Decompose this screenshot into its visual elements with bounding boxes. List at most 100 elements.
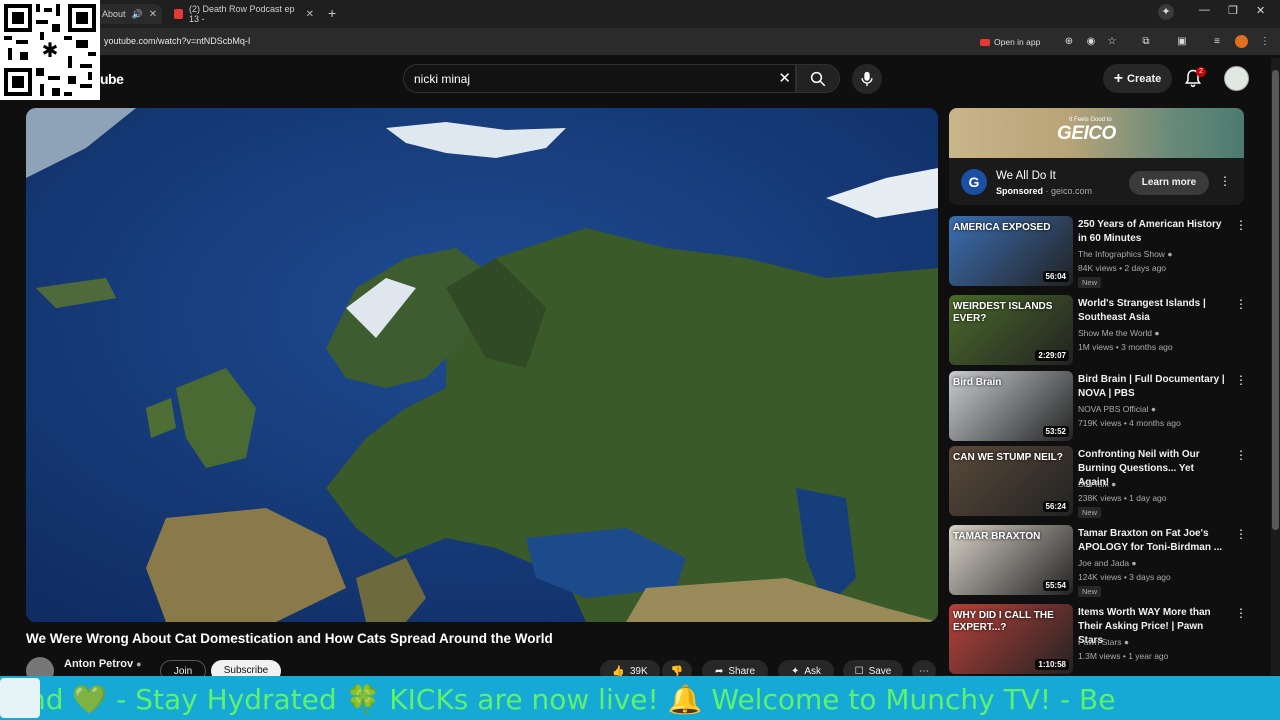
sidebar-icon[interactable]: ▣ bbox=[1175, 35, 1189, 49]
sponsored-ad[interactable]: It Feels Good to GEICO G We All Do It Sp… bbox=[949, 108, 1244, 205]
more-vertical-icon[interactable]: ⋮ bbox=[1235, 527, 1247, 541]
recommendation-channel-name: StarTalk bbox=[1078, 479, 1109, 489]
voice-search-button[interactable] bbox=[852, 64, 882, 94]
notification-badge: 2 bbox=[1196, 67, 1206, 77]
sparkle-icon[interactable]: ✦ bbox=[1158, 4, 1174, 20]
search-button[interactable] bbox=[796, 64, 840, 93]
eye-off-icon[interactable]: ◉ bbox=[1084, 35, 1098, 49]
ask-label: Ask bbox=[804, 665, 822, 677]
sparkle-icon: ✦ bbox=[790, 665, 800, 677]
video-thumbnail[interactable]: AMERICA EXPOSED 56:04 bbox=[949, 216, 1073, 286]
recommendation-channel[interactable]: Pawn Stars ● bbox=[1078, 637, 1129, 647]
window-close-icon[interactable]: ✕ bbox=[1256, 4, 1265, 17]
recommendation-channel[interactable]: Show Me the World ● bbox=[1078, 328, 1160, 338]
recommendation-item[interactable]: Bird Brain 53:52 Bird Brain | Full Documen… bbox=[949, 371, 1247, 443]
video-duration: 56:24 bbox=[1042, 501, 1069, 512]
search-box[interactable]: nicki minaj ✕ bbox=[403, 64, 796, 93]
recommendation-title[interactable]: 250 Years of American History in 60 Minu… bbox=[1078, 218, 1226, 246]
clear-search-icon[interactable]: ✕ bbox=[778, 69, 791, 87]
video-thumbnail[interactable]: Bird Brain 53:52 bbox=[949, 371, 1073, 441]
more-vertical-icon[interactable]: ⋮ bbox=[1235, 297, 1247, 311]
restore-icon[interactable]: ❐ bbox=[1228, 4, 1238, 17]
tab-label: About bbox=[102, 9, 126, 19]
video-thumbnail[interactable]: WEIRDEST ISLANDS EVER? 2:29:07 bbox=[949, 295, 1073, 365]
video-player[interactable] bbox=[26, 108, 938, 622]
scrollbar-thumb[interactable] bbox=[1272, 70, 1279, 530]
recommendation-meta: 1.3M views • 1 year ago bbox=[1078, 651, 1169, 661]
recommendation-channel-name: Pawn Stars bbox=[1078, 637, 1122, 647]
extensions-icon[interactable]: ⧉ bbox=[1139, 35, 1153, 49]
recommendation-channel[interactable]: NOVA PBS Official ● bbox=[1078, 404, 1156, 414]
ad-sponsored-line: Sponsored · geico.com bbox=[996, 186, 1093, 196]
zoom-icon[interactable]: ⊕ bbox=[1062, 35, 1076, 49]
new-tab-icon[interactable]: + bbox=[328, 5, 336, 21]
ad-sponsored-label: Sponsored bbox=[996, 186, 1044, 196]
tab-close-icon[interactable]: ✕ bbox=[306, 9, 314, 20]
tab-death-row-podcast[interactable]: (2) Death Row Podcast ep 13 - ✕ bbox=[168, 4, 320, 24]
tab-active[interactable]: About 🔊 ✕ bbox=[96, 4, 162, 24]
channel-name[interactable]: Anton Petrov ● bbox=[64, 658, 142, 670]
account-avatar[interactable] bbox=[1224, 66, 1249, 91]
thumbnail-text: WHY DID I CALL THE EXPERT...? bbox=[953, 610, 1054, 633]
video-duration: 55:54 bbox=[1042, 580, 1069, 591]
bookmark-star-icon[interactable]: ☆ bbox=[1105, 35, 1119, 49]
youtube-favicon-icon bbox=[174, 9, 183, 19]
more-vertical-icon[interactable]: ⋮ bbox=[1235, 218, 1247, 232]
video-thumbnail[interactable]: WHY DID I CALL THE EXPERT...? 1:10:58 bbox=[949, 604, 1073, 674]
video-thumbnail[interactable]: TAMAR BRAXTON 55:54 bbox=[949, 525, 1073, 595]
geico-logo-icon: G bbox=[961, 169, 987, 195]
thumbs-down-icon: 👎 bbox=[670, 665, 684, 677]
recommendation-title[interactable]: Bird Brain | Full Documentary | NOVA | P… bbox=[1078, 373, 1226, 401]
recommendation-meta: 238K views • 1 day ago bbox=[1078, 493, 1167, 503]
recommendation-item[interactable]: TAMAR BRAXTON 55:54 Tamar Braxton on Fat J… bbox=[949, 525, 1247, 597]
like-count: 39K bbox=[629, 665, 648, 677]
recommendation-meta: 124K views • 3 days ago bbox=[1078, 572, 1171, 582]
more-vertical-icon[interactable]: ⋮ bbox=[1235, 448, 1247, 462]
search-input[interactable]: nicki minaj bbox=[414, 72, 470, 86]
video-duration: 53:52 bbox=[1042, 426, 1069, 437]
new-badge: New bbox=[1078, 277, 1102, 288]
reading-list-icon[interactable]: ≡ bbox=[1210, 35, 1224, 49]
recommendation-channel[interactable]: The Infographics Show ● bbox=[1078, 249, 1172, 259]
ad-title[interactable]: We All Do It bbox=[996, 170, 1056, 182]
qr-code-image: ✱ bbox=[0, 0, 100, 100]
ad-domain: geico.com bbox=[1051, 186, 1093, 196]
ad-banner-image[interactable]: It Feels Good to GEICO bbox=[949, 108, 1244, 158]
url-field[interactable]: youtube.com/watch?v=ntNDScbMq-I bbox=[104, 36, 250, 46]
speaker-icon[interactable]: 🔊 bbox=[132, 9, 143, 20]
video-title: We Were Wrong About Cat Domestication an… bbox=[26, 631, 553, 646]
recommendation-channel[interactable]: Joe and Jada ● bbox=[1078, 558, 1137, 568]
video-duration: 2:29:07 bbox=[1035, 350, 1069, 361]
profile-avatar[interactable] bbox=[1235, 35, 1248, 48]
more-vertical-icon[interactable]: ⋮ bbox=[1235, 606, 1247, 620]
recommendation-item[interactable]: AMERICA EXPOSED 56:04 250 Years of America… bbox=[949, 216, 1247, 288]
thumbnail-text: AMERICA EXPOSED bbox=[953, 222, 1051, 233]
recommendation-item[interactable]: WHY DID I CALL THE EXPERT...? 1:10:58 Item… bbox=[949, 604, 1247, 676]
video-duration: 1:10:58 bbox=[1035, 659, 1069, 670]
chrome-menu-icon[interactable]: ⋮ bbox=[1258, 35, 1272, 49]
verified-icon: ● bbox=[1123, 637, 1129, 647]
open-in-app-label: Open in app bbox=[994, 37, 1041, 47]
more-vertical-icon[interactable]: ⋮ bbox=[1235, 373, 1247, 387]
more-vertical-icon[interactable]: ⋮ bbox=[1219, 174, 1231, 188]
recommendation-channel-name: Joe and Jada bbox=[1078, 558, 1130, 568]
recommendation-channel[interactable]: StarTalk ● bbox=[1078, 479, 1116, 489]
address-bar: youtube.com/watch?v=ntNDScbMq-I Open in … bbox=[0, 28, 1280, 56]
learn-more-button[interactable]: Learn more bbox=[1129, 171, 1209, 195]
recommendation-title[interactable]: Tamar Braxton on Fat Joe's APOLOGY for T… bbox=[1078, 527, 1226, 555]
video-thumbnail[interactable]: CAN WE STUMP NEIL? 56:24 bbox=[949, 446, 1073, 516]
youtube-logo[interactable]: ube bbox=[100, 71, 124, 87]
minimize-icon[interactable]: — bbox=[1199, 4, 1210, 16]
recommendation-item[interactable]: CAN WE STUMP NEIL? 56:24 Confronting Neil … bbox=[949, 446, 1247, 518]
save-icon: ☐ bbox=[854, 665, 864, 677]
open-in-app-button[interactable]: Open in app bbox=[980, 35, 1040, 49]
browser-tabbar: About 🔊 ✕ (2) Death Row Podcast ep 13 - … bbox=[0, 0, 1280, 28]
recommendation-item[interactable]: WEIRDEST ISLANDS EVER? 2:29:07 World's Str… bbox=[949, 295, 1247, 367]
tab-close-icon[interactable]: ✕ bbox=[149, 9, 157, 20]
create-button[interactable]: + Create bbox=[1103, 64, 1172, 93]
recommendation-channel-name: The Infographics Show bbox=[1078, 249, 1165, 259]
verified-icon: ● bbox=[1167, 249, 1173, 259]
recommendation-meta: 84K views • 2 days ago bbox=[1078, 263, 1167, 273]
recommendation-title[interactable]: World's Strangest Islands | Southeast As… bbox=[1078, 297, 1226, 325]
ticker-text: nd 💚 - Stay Hydrated 🍀 KICKs are now liv… bbox=[28, 683, 1116, 716]
